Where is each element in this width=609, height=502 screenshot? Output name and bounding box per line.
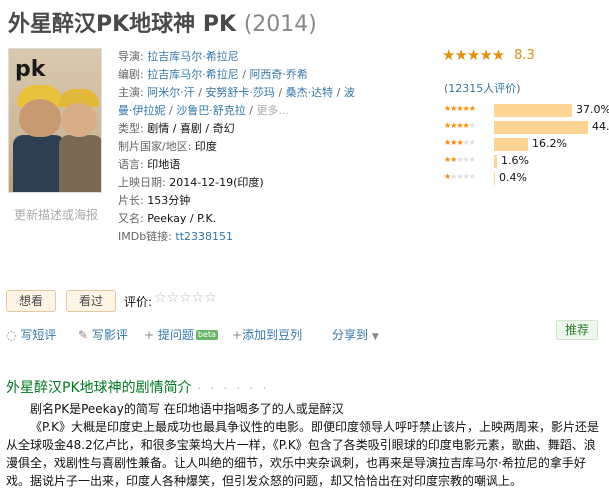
rating-votes: (12315人评价) xyxy=(444,82,521,95)
aka-row: 又名: Peekay / P.K. xyxy=(118,210,368,228)
recommend-button[interactable]: 推荐 xyxy=(556,320,598,340)
question-link[interactable]: + 提问题 beta xyxy=(144,326,218,343)
short-review-link[interactable]: ◌ 写短评 xyxy=(6,326,56,343)
star-icon: ★★★★★ xyxy=(444,172,476,181)
release-value: 2014-12-19(印度) xyxy=(169,176,264,189)
genre-row: 类型: 剧情 / 喜剧 / 奇幻 xyxy=(118,120,368,138)
poster-face-right xyxy=(61,103,97,137)
star-icon: ★★★★★ xyxy=(444,138,476,147)
cast-link[interactable]: 安努舒卡·莎玛 xyxy=(205,86,275,99)
cast-label: 主演: xyxy=(118,86,144,99)
cast-link[interactable]: 波 xyxy=(344,86,355,99)
rating-percent: 16.2% xyxy=(532,137,567,150)
director-label: 导演: xyxy=(118,50,144,63)
rate-stars-input[interactable]: ☆☆☆☆☆ xyxy=(154,290,217,306)
rating-bar-row: ★★★★★ 1.6% xyxy=(444,153,604,170)
rating-bar-row: ★★★★★ 0.4% xyxy=(444,170,604,187)
rating-percent: 0.4% xyxy=(499,171,527,184)
writer-label: 编剧: xyxy=(118,68,144,81)
add-doulist-link[interactable]: +添加到豆列 xyxy=(232,326,302,343)
imdb-row: IMDb链接: tt2338151 xyxy=(118,228,368,246)
director-link[interactable]: 拉吉库马尔·希拉尼 xyxy=(147,50,239,63)
poster-face-left xyxy=(19,99,61,137)
rating-bar-row: ★★★★★ 44.8% xyxy=(444,119,609,136)
movie-year: (2014) xyxy=(243,12,317,37)
summary-paragraph: 《P.K》大概是印度史上最成功也最具争议性的电影。即便印度领导人呼吁禁止该片，上… xyxy=(6,420,600,488)
rating-bar xyxy=(494,121,588,134)
star-icon: ★★★★★ xyxy=(444,155,476,164)
cast-link[interactable]: 桑杰·达特 xyxy=(286,86,334,99)
runtime-value: 153分钟 xyxy=(147,194,191,207)
rating-summary: ★★★★★ 8.3 xyxy=(442,46,602,64)
cast-row: 主演: 阿米尔·汗 / 安努舒卡·莎玛 / 桑杰·达特 / 波 xyxy=(118,86,355,99)
imdb-label: IMDb链接: xyxy=(118,230,172,243)
plus-icon: + xyxy=(144,328,155,342)
update-poster-link[interactable]: 更新描述或海报 xyxy=(14,206,98,223)
review-link[interactable]: ✎ 写影评 xyxy=(78,326,128,343)
cast-more-link[interactable]: 更多... xyxy=(256,104,289,117)
writer-row: 编剧: 拉吉库马尔·希拉尼 / 阿西奇·乔希 xyxy=(118,68,308,81)
imdb-link[interactable]: tt2338151 xyxy=(175,230,233,243)
runtime-row: 片长: 153分钟 xyxy=(118,192,368,210)
star-icon: ★★★★★ xyxy=(444,104,476,113)
wish-button[interactable]: 想看 xyxy=(6,290,56,312)
seen-button[interactable]: 看过 xyxy=(66,290,116,312)
rating-breakdown: ★★★★★37.0%★★★★★44.8%★★★★★16.2%★★★★★1.6%★… xyxy=(444,102,609,187)
summary-text: 剧名PK是Peekay的简写 在印地语中指喝多了的人或是醉汉 《P.K》大概是印… xyxy=(6,400,602,490)
rating-stars-icon: ★★★★★ xyxy=(442,46,505,64)
genre-value: 剧情 / 喜剧 / 奇幻 xyxy=(147,122,235,135)
movie-info: 导演: 拉吉库马尔·希拉尼 编剧: 拉吉库马尔·希拉尼 / 阿西奇·乔希 主演:… xyxy=(118,48,368,246)
page-title: 外星醉汉PK地球神 PK (2014) xyxy=(8,6,317,38)
rate-label: 评价: xyxy=(124,295,153,309)
plus-icon: + xyxy=(232,328,243,342)
beta-badge: beta xyxy=(195,330,218,340)
writer-link[interactable]: 阿西奇·乔希 xyxy=(249,68,308,81)
director-row: 导演: 拉吉库马尔·希拉尼 xyxy=(118,48,368,66)
cast-row-continued: 曼·伊拉妮 / 沙鲁巴·舒克拉 / 更多... xyxy=(118,104,289,117)
summary-heading: 外星醉汉PK地球神的剧情简介 · · · · · · xyxy=(6,380,270,396)
writer-link[interactable]: 拉吉库马尔·希拉尼 xyxy=(147,68,239,81)
rating-percent: 44.8% xyxy=(592,120,609,133)
votes-link[interactable]: 12315人评价 xyxy=(448,82,516,95)
runtime-label: 片长: xyxy=(118,194,144,207)
language-value: 印地语 xyxy=(147,158,181,171)
share-dropdown[interactable]: 分享到 ▼ xyxy=(332,326,379,343)
pen-icon: ✎ xyxy=(78,328,89,342)
summary-paragraph: 剧名PK是Peekay的简写 在印地语中指喝多了的人或是醉汉 xyxy=(30,402,344,416)
cast-link[interactable]: 阿米尔·汗 xyxy=(147,86,195,99)
rating-percent: 37.0% xyxy=(576,103,609,116)
aka-label: 又名: xyxy=(118,212,144,225)
cast-link[interactable]: 曼·伊拉妮 xyxy=(118,104,166,117)
rating-bar xyxy=(494,172,495,185)
rating-bar xyxy=(494,138,528,151)
rating-bar-row: ★★★★★ 16.2% xyxy=(444,136,604,153)
country-label: 制片国家/地区: xyxy=(118,140,192,153)
speech-bubble-icon: ◌ xyxy=(6,328,17,342)
movie-poster[interactable]: pk xyxy=(8,48,102,193)
cast-link[interactable]: 沙鲁巴·舒克拉 xyxy=(176,104,246,117)
language-row: 语言: 印地语 xyxy=(118,156,368,174)
star-icon: ★★★★★ xyxy=(444,121,476,130)
poster-logo: pk xyxy=(15,57,46,82)
genre-label: 类型: xyxy=(118,122,144,135)
rating-score: 8.3 xyxy=(514,47,535,63)
country-row: 制片国家/地区: 印度 xyxy=(118,138,368,156)
rating-bar xyxy=(494,155,497,168)
poster-figure-left xyxy=(13,135,65,192)
release-label: 上映日期: xyxy=(118,176,166,189)
chevron-down-icon: ▼ xyxy=(371,332,379,342)
language-label: 语言: xyxy=(118,158,144,171)
rating-bar xyxy=(494,104,572,117)
rating-percent: 1.6% xyxy=(501,154,529,167)
country-value: 印度 xyxy=(194,140,217,153)
aka-value: Peekay / P.K. xyxy=(147,212,217,225)
movie-title: 外星醉汉PK地球神 PK xyxy=(8,12,237,37)
poster-figure-right xyxy=(59,135,101,192)
rating-bar-row: ★★★★★ 37.0% xyxy=(444,102,609,119)
release-row: 上映日期: 2014-12-19(印度) xyxy=(118,174,368,192)
